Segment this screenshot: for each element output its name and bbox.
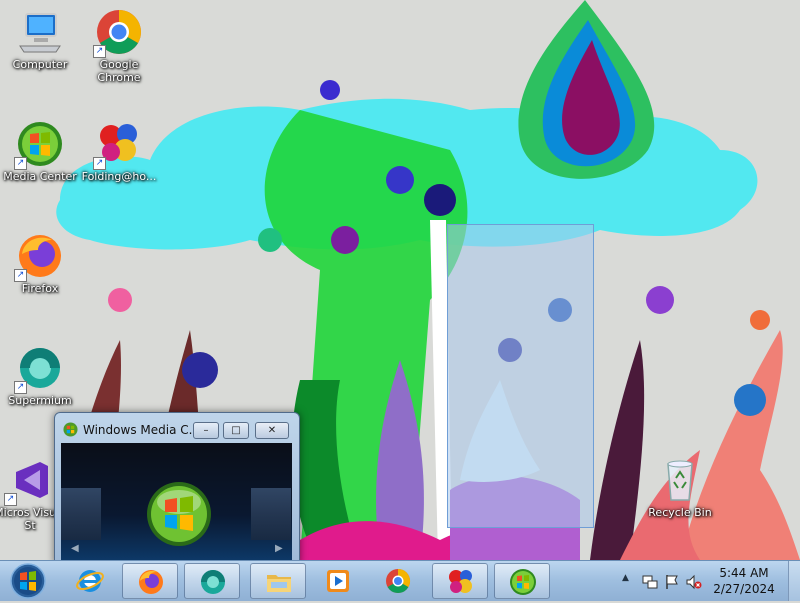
chrome-icon bbox=[386, 569, 411, 594]
desktop-icon-label: Recycle Bin bbox=[648, 506, 712, 519]
visual-studio-icon: ↗ bbox=[4, 456, 54, 506]
maximize-button[interactable]: □ bbox=[223, 422, 249, 439]
show-desktop-button[interactable] bbox=[788, 561, 800, 601]
windows-media-center-logo bbox=[147, 482, 211, 546]
windows-logo-icon bbox=[10, 563, 46, 599]
computer-icon bbox=[16, 8, 64, 56]
taskbar-internet-explorer[interactable] bbox=[62, 563, 118, 599]
scroll-right-icon[interactable]: ▶ bbox=[275, 543, 283, 554]
window-titlebar[interactable]: Windows Media C... – □ ✕ bbox=[55, 413, 299, 443]
desktop-icon-folding-at-home[interactable]: ↗ Folding@ho... bbox=[79, 120, 159, 183]
clock-date: 2/27/2024 bbox=[713, 582, 775, 596]
shortcut-arrow-icon: ↗ bbox=[14, 381, 27, 394]
desktop-icon-label: Supermium bbox=[8, 394, 72, 407]
desktop-icon-label: Firefox bbox=[21, 282, 59, 295]
folder-icon bbox=[267, 575, 291, 592]
shortcut-arrow-icon: ↗ bbox=[4, 493, 17, 506]
firefox-icon: ↗ bbox=[14, 232, 64, 282]
desktop-icon-google-chrome[interactable]: ↗ Google Chrome bbox=[79, 8, 159, 84]
taskbar-firefox[interactable] bbox=[122, 563, 178, 599]
desktop-selection-rectangle bbox=[447, 224, 594, 528]
media-thumbnail[interactable] bbox=[61, 488, 101, 540]
windows-media-center-icon bbox=[510, 569, 536, 595]
start-button[interactable] bbox=[2, 562, 54, 600]
desktop-icon-label: Media Center bbox=[3, 170, 77, 183]
taskbar-google-chrome[interactable] bbox=[370, 563, 426, 599]
desktop-icon-label: Folding@ho... bbox=[81, 170, 157, 183]
shortcut-arrow-icon: ↗ bbox=[93, 157, 106, 170]
scroll-left-icon[interactable]: ◀ bbox=[71, 543, 79, 554]
system-clock[interactable]: 5:44 AM 2/27/2024 bbox=[700, 565, 788, 597]
folding-at-home-icon bbox=[449, 570, 472, 593]
action-center-flag-icon[interactable] bbox=[664, 574, 680, 590]
firefox-icon bbox=[139, 570, 163, 594]
media-player-icon bbox=[327, 570, 349, 592]
windows-media-center-icon: ↗ bbox=[14, 120, 64, 170]
media-center-content[interactable]: ◀ ▶ bbox=[61, 443, 292, 563]
minimize-button[interactable]: – bbox=[193, 422, 219, 439]
close-button[interactable]: ✕ bbox=[255, 422, 289, 439]
taskbar-folding-at-home[interactable] bbox=[432, 563, 488, 599]
desktop-icon-firefox[interactable]: ↗ Firefox bbox=[0, 232, 80, 295]
shortcut-arrow-icon: ↗ bbox=[93, 45, 106, 58]
desktop-icon-label: Google Chrome bbox=[97, 58, 141, 84]
desktop-icon-label: Computer bbox=[12, 58, 68, 71]
show-hidden-icons-button[interactable]: ▲ bbox=[622, 573, 638, 589]
shortcut-arrow-icon: ↗ bbox=[14, 157, 27, 170]
internet-explorer-icon bbox=[76, 570, 104, 592]
chrome-icon: ↗ bbox=[93, 8, 143, 58]
taskbar: ▲ 5:44 AM 2/27/2024 bbox=[0, 560, 800, 601]
recycle-bin-icon bbox=[656, 456, 704, 504]
desktop-icon-recycle-bin[interactable]: Recycle Bin bbox=[640, 456, 720, 519]
window-title: Windows Media C... bbox=[83, 423, 201, 437]
taskbar-windows-media-center[interactable] bbox=[494, 563, 550, 599]
supermium-icon bbox=[201, 570, 225, 594]
windows-media-center-window[interactable]: Windows Media C... – □ ✕ ◀ ▶ bbox=[54, 412, 300, 564]
windows-media-center-icon bbox=[63, 422, 78, 437]
network-icon[interactable] bbox=[642, 574, 658, 590]
clock-time: 5:44 AM bbox=[719, 566, 769, 580]
desktop-icon-computer[interactable]: Computer bbox=[0, 8, 80, 71]
desktop-icon-media-center[interactable]: ↗ Media Center bbox=[0, 120, 80, 183]
taskbar-windows-media-player[interactable] bbox=[310, 563, 366, 599]
taskbar-supermium[interactable] bbox=[184, 563, 240, 599]
supermium-icon: ↗ bbox=[14, 344, 64, 394]
taskbar-windows-explorer[interactable] bbox=[250, 563, 306, 599]
shortcut-arrow-icon: ↗ bbox=[14, 269, 27, 282]
folding-at-home-icon: ↗ bbox=[93, 120, 143, 170]
media-thumbnail[interactable] bbox=[251, 488, 291, 540]
desktop-icon-supermium[interactable]: ↗ Supermium bbox=[0, 344, 80, 407]
